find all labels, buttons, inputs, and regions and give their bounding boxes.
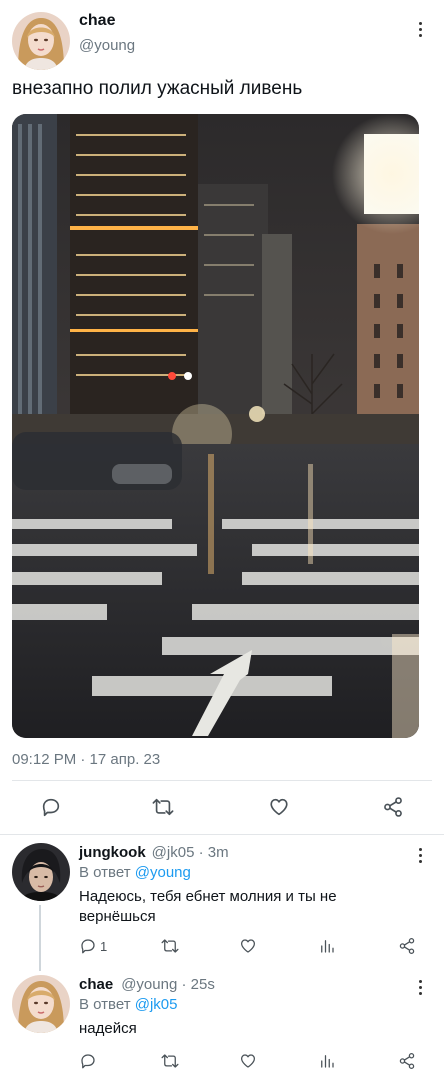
thread-line xyxy=(39,905,41,971)
tweet-timestamp: 09:12 PM · 17 апр. 23 xyxy=(12,751,161,768)
more-vertical-icon[interactable] xyxy=(413,848,427,863)
reply-context: В ответ @young xyxy=(79,864,191,881)
reply-icon xyxy=(81,939,95,954)
reply-author-meta: @young · 25s xyxy=(121,976,215,993)
main-avatar[interactable] xyxy=(12,12,70,70)
divider xyxy=(12,780,432,781)
share-icon[interactable] xyxy=(398,937,416,955)
share-icon[interactable] xyxy=(376,790,410,824)
retweet-icon[interactable] xyxy=(160,1052,180,1070)
more-vertical-icon[interactable] xyxy=(413,980,427,995)
views-icon[interactable] xyxy=(318,1052,336,1070)
heart-icon[interactable] xyxy=(239,1052,257,1070)
reply-context: В ответ @jk05 xyxy=(79,996,178,1013)
more-vertical-icon[interactable] xyxy=(413,22,427,37)
author-name[interactable]: chae xyxy=(79,12,115,30)
reply-author-meta: @jk05 · 3m xyxy=(151,844,229,861)
reply-icon[interactable] xyxy=(34,790,68,824)
heart-icon[interactable] xyxy=(262,790,296,824)
reply-mention-link[interactable]: @young xyxy=(135,864,191,881)
heart-icon[interactable] xyxy=(239,937,257,955)
reply-author-name[interactable]: jungkook xyxy=(79,844,146,861)
reply-text: надейся xyxy=(79,1020,137,1037)
author-handle[interactable]: @young xyxy=(79,37,135,54)
reply-action[interactable]: 1 xyxy=(79,937,107,955)
divider xyxy=(0,834,444,835)
reply-author-name[interactable]: chae xyxy=(79,976,113,993)
reply-mention-link[interactable]: @jk05 xyxy=(135,996,178,1013)
reply-prefix: В ответ xyxy=(79,864,135,881)
views-icon[interactable] xyxy=(318,937,336,955)
tweet-text: внезапно полил ужасный ливень xyxy=(12,78,303,99)
reply-count: 1 xyxy=(100,938,108,954)
retweet-icon[interactable] xyxy=(146,790,180,824)
tweet-photo[interactable] xyxy=(12,114,419,738)
reply-prefix: В ответ xyxy=(79,996,135,1013)
retweet-icon[interactable] xyxy=(160,937,180,955)
reply-avatar[interactable] xyxy=(12,975,70,1033)
reply-avatar[interactable] xyxy=(12,843,70,901)
reply-text: Надеюсь, тебя ебнет молния и ты не вернё… xyxy=(79,888,337,925)
reply-icon[interactable] xyxy=(79,1052,97,1070)
share-icon[interactable] xyxy=(398,1052,416,1070)
